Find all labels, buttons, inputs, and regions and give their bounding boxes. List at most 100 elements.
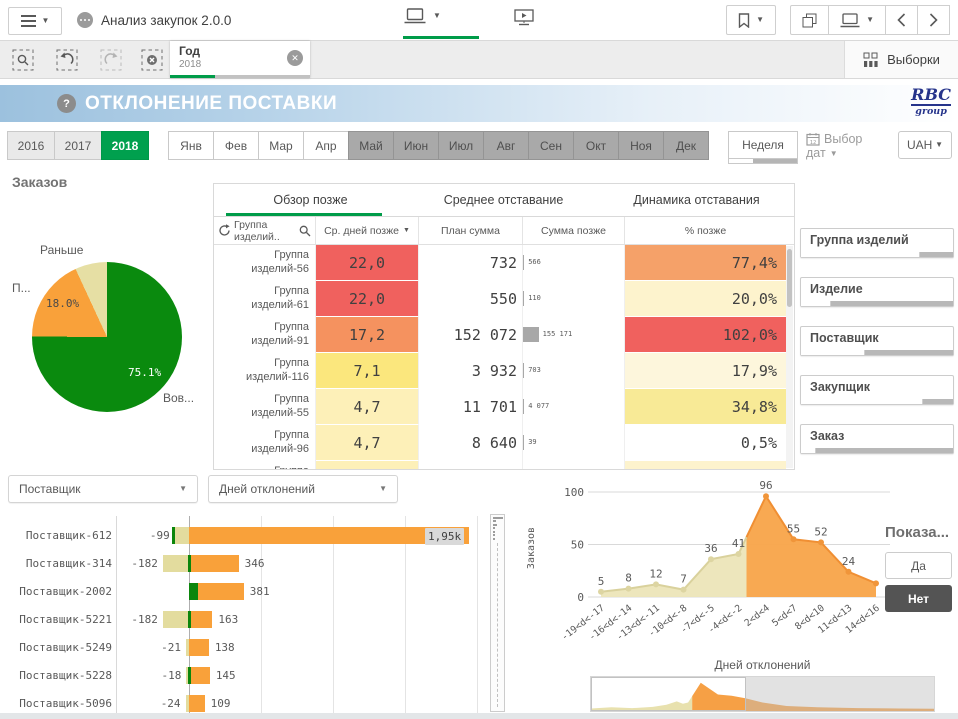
column-header-group[interactable]: Группа изделий.. [214,217,316,244]
month-button-5[interactable]: Май [348,131,394,160]
cell-late-pct: 21,2% [625,461,786,470]
week-button[interactable]: Неделя [728,131,798,164]
supplier-bar-chart[interactable]: Поставщик-612-991,95kПоставщик-314-18234… [8,508,508,716]
tab-late-overview[interactable]: Обзор позже [214,184,407,216]
year-button-2018[interactable]: 2018 [101,131,149,160]
days-dropdown[interactable]: Дней отклонений ▼ [208,475,398,503]
smart-search-button[interactable] [12,49,34,71]
svg-text:0: 0 [577,591,584,604]
help-icon[interactable]: ? [57,94,76,113]
table-row[interactable]: Группаизделий-9117,2152 072155 171102,0% [214,317,794,353]
month-button-6[interactable]: Июн [393,131,439,160]
year-button-2017[interactable]: 2017 [54,131,102,160]
presentation-mode-button[interactable] [514,9,534,26]
month-button-2[interactable]: Фев [213,131,259,160]
sheet-header-banner: ? ОТКЛОНЕНИЕ ПОСТАВКИ RBC group [0,85,958,122]
undo-selection-button[interactable] [56,49,78,71]
date-picker-button[interactable]: 12 Выбор дат ▼ [806,132,862,161]
bar-category-label: Поставщик-612 [8,529,112,542]
month-button-3[interactable]: Мар [258,131,304,160]
bar-late[interactable] [189,555,239,572]
deviation-range-brush[interactable] [590,676,935,712]
svg-text:12: 12 [649,567,662,580]
bar-late[interactable] [189,611,212,628]
sheet-selector-button[interactable]: ▼ [828,5,886,35]
column-header-late-sum[interactable]: Сумма позже [523,217,625,244]
table-row[interactable]: Группаизделий4,24 708 30421,2% [214,461,794,470]
table-row[interactable]: Группаизделий-5622,073256677,4% [214,245,794,281]
bar-early[interactable] [163,611,189,628]
bookmarks-button[interactable]: ▼ [726,5,776,35]
selection-close-icon[interactable]: ✕ [287,50,303,66]
column-header-plan-label: План сумма [441,225,500,237]
filter-box-2[interactable]: Изделие [800,277,954,307]
clear-selections-button[interactable] [141,49,163,71]
show-yes-button[interactable]: Да [885,552,952,579]
table-row[interactable]: Группаизделий-964,78 640390,5% [214,425,794,461]
column-header-avg-days[interactable]: Ср. дней позже ▼ [316,217,419,244]
bar-late[interactable] [198,583,244,600]
bar-late[interactable] [189,667,210,684]
cell-group: Группаизделий-56 [214,245,316,281]
redo-selection-button[interactable] [100,49,122,71]
filter-box-5[interactable]: Заказ [800,424,954,454]
pie-label-early: Раньше [40,243,83,257]
orders-area-chart[interactable]: 100500Заказов5-19<d<-178-16<d<-1412-13<d… [524,476,894,654]
bar-late[interactable] [189,695,205,712]
month-button-12[interactable]: Дек [663,131,709,160]
bar-early[interactable] [175,527,189,544]
column-header-plan-sum[interactable]: План сумма [419,217,523,244]
sheet-view-button[interactable]: ▼ [404,8,441,24]
currency-dropdown[interactable]: UAH ▼ [898,131,952,159]
chevron-right-icon [929,13,938,27]
orders-pie-chart[interactable] [32,262,182,412]
app-options-icon[interactable] [77,12,93,28]
filter-box-4[interactable]: Закупщик [800,375,954,405]
table-row[interactable]: Группаизделий-1167,13 93270317,9% [214,353,794,389]
filter-box-1[interactable]: Группа изделий [800,228,954,258]
bar-minimap[interactable] [490,514,505,712]
show-no-button[interactable]: Нет [885,585,952,612]
date-picker-line1: Выбор [824,132,862,146]
month-button-11[interactable]: Ноя [618,131,664,160]
table-row[interactable]: Группаизделий-554,711 7014 07734,8% [214,389,794,425]
svg-text:55: 55 [787,522,800,535]
cell-avg-days: 17,2 [316,317,419,353]
table-scrollbar[interactable] [786,246,793,468]
month-button-8[interactable]: Авг [483,131,529,160]
supplier-dropdown[interactable]: Поставщик ▼ [8,475,198,503]
filter-box-3[interactable]: Поставщик [800,326,954,356]
duplicate-sheet-button[interactable] [790,5,829,35]
selections-tool-button[interactable]: Выборки [844,41,958,78]
cell-late-sum: 110 [523,281,625,317]
cell-plan-sum: 550 [419,281,523,317]
group-line1: Группа [274,393,309,407]
hamburger-menu-button[interactable]: ▼ [8,7,62,35]
bar-early-value: -182 [131,611,158,628]
month-button-10[interactable]: Окт [573,131,619,160]
selection-chip-year[interactable]: Год 2018 ✕ [170,41,310,78]
cell-avg-days: 4,7 [316,425,419,461]
view-caret-icon: ▼ [433,12,441,20]
pie-label-ontime: Вов... [163,391,194,405]
table-row[interactable]: Группаизделий-6122,055011020,0% [214,281,794,317]
svg-text:36: 36 [704,542,717,555]
tab-lag-dynamics[interactable]: Динамика отставания [600,184,793,216]
bar-late-value: 381 [250,583,270,600]
bar-late[interactable] [189,639,209,656]
prev-sheet-button[interactable] [885,5,918,35]
next-sheet-button[interactable] [917,5,950,35]
month-button-9[interactable]: Сен [528,131,574,160]
bar-ontime[interactable] [189,583,198,600]
filter-box-progress [801,252,953,257]
column-header-late-pct[interactable]: % позже [625,217,786,244]
month-button-4[interactable]: Апр [303,131,349,160]
month-button-7[interactable]: Июл [438,131,484,160]
year-button-2016[interactable]: 2016 [7,131,55,160]
brush-window[interactable] [591,677,746,711]
month-button-1[interactable]: Янв [168,131,214,160]
app-title: Анализ закупок 2.0.0 [101,13,231,28]
tab-average-lag[interactable]: Среднее отставание [407,184,600,216]
bar-early[interactable] [163,555,189,572]
late-sum-bar [523,291,524,306]
